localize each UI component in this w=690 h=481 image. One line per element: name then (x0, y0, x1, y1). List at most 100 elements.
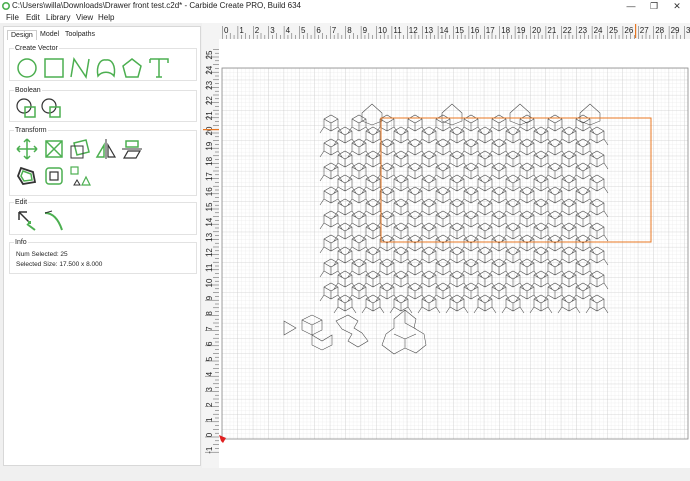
tab-design[interactable]: Design (7, 30, 37, 40)
minimize-button[interactable]: — (620, 0, 642, 12)
menu-bar: File Edit Library View Help (0, 12, 690, 23)
ruler-x-label: 4 (286, 26, 291, 35)
mirror-icon[interactable] (94, 137, 118, 161)
ruler-x-label: 3 (270, 26, 275, 35)
ruler-y-label: 6 (205, 341, 214, 346)
ruler-x-label: 19 (517, 26, 526, 35)
ruler-y-label: 10 (205, 278, 214, 287)
menu-view[interactable]: View (76, 13, 93, 22)
fillet-icon[interactable] (42, 164, 66, 188)
ruler-y-label: -1 (205, 446, 214, 454)
offset-icon[interactable] (15, 164, 39, 188)
title-bar: C:\Users\willa\Downloads\Drawer front te… (0, 0, 690, 12)
ruler-y-label: 9 (205, 295, 214, 300)
ruler-y-label: 24 (205, 65, 214, 74)
ruler-y-label: 23 (205, 80, 214, 89)
text-icon[interactable] (147, 56, 171, 80)
ruler-x-label: 26 (624, 26, 633, 35)
node-edit-icon[interactable] (15, 208, 39, 232)
ruler-y-label: 0 (205, 432, 214, 437)
ruler-x-label: 6 (316, 26, 321, 35)
ruler-y-label: 19 (205, 141, 214, 150)
close-button[interactable]: ✕ (666, 0, 688, 12)
ruler-x-label: 9 (363, 26, 368, 35)
ruler-x-label: 7 (332, 26, 337, 35)
ruler-x-label: 8 (347, 26, 352, 35)
rectangle-icon[interactable] (42, 56, 66, 80)
move-icon[interactable] (15, 137, 39, 161)
union-icon[interactable] (15, 96, 39, 120)
array-icon[interactable] (68, 164, 92, 188)
x-position-marker (635, 24, 637, 38)
menu-edit[interactable]: Edit (26, 13, 40, 22)
ruler-x-label: 28 (655, 26, 664, 35)
tab-model[interactable]: Model (37, 30, 62, 39)
rotate-icon[interactable] (68, 137, 92, 161)
ruler-x-label: 12 (409, 26, 418, 35)
polygon-icon[interactable] (120, 56, 144, 80)
ruler-y-label: 2 (205, 402, 214, 407)
selected-size: Selected Size: 17.500 x 8.000 (16, 261, 103, 268)
ruler-y-label: 18 (205, 156, 214, 165)
boolean-title: Boolean (14, 87, 42, 94)
ruler-x-label: 10 (378, 26, 387, 35)
subtract-icon[interactable] (40, 96, 64, 120)
ruler-x-label: 18 (501, 26, 510, 35)
ruler-x-label: 25 (609, 26, 618, 35)
boolean-group: Boolean (9, 87, 197, 122)
edit-title: Edit (14, 199, 29, 206)
ruler-y-label: 8 (205, 311, 214, 316)
ruler-y-label: 14 (205, 217, 214, 226)
ruler-y-label: 7 (205, 326, 214, 331)
transform-group: Transform (9, 127, 197, 196)
restore-button[interactable]: ❐ (643, 0, 665, 12)
curve-icon[interactable] (94, 56, 118, 80)
menu-file[interactable]: File (6, 13, 19, 22)
align-icon[interactable] (120, 137, 144, 161)
scale-icon[interactable] (42, 137, 66, 161)
create-vector-title: Create Vector (14, 45, 59, 52)
transform-title: Transform (14, 127, 48, 134)
ruler-x-label: 1 (239, 26, 244, 35)
design-panel: Design Model Toolpaths Create Vector Boo… (3, 26, 201, 466)
menu-help[interactable]: Help (98, 13, 114, 22)
edit-group: Edit (9, 199, 197, 235)
ruler-y-label: 25 (205, 50, 214, 59)
info-title: Info (14, 239, 28, 246)
ruler-y-label: 13 (205, 232, 214, 241)
ruler-x-label: 21 (547, 26, 556, 35)
design-canvas[interactable]: 0 1 2 3 4 5 6 7 8 9 10 11 12 13 14 15 16 17 18 19 20 21 22 23 24… (202, 23, 690, 468)
app-icon (2, 2, 10, 10)
ruler-x-label: 15 (455, 26, 464, 35)
create-vector-group: Create Vector (9, 45, 197, 81)
ruler-x-label: 27 (640, 26, 649, 35)
ruler-x-label: 2 (255, 26, 260, 35)
ruler-x-label: 22 (563, 26, 572, 35)
ruler-x-label: 16 (470, 26, 479, 35)
ruler-x-label: 24 (594, 26, 603, 35)
ruler-y-label: 1 (205, 417, 214, 422)
ruler-y-label: 16 (205, 187, 214, 196)
ruler-x-label: 13 (424, 26, 433, 35)
ruler-y-label: 12 (205, 248, 214, 257)
canvas-drawing[interactable]: 0 1 2 3 4 5 6 7 8 9 10 11 12 13 14 15 16 17 18 19 20 21 22 23 24… (202, 23, 690, 468)
ruler-x-label: 11 (393, 26, 402, 35)
ruler-y-label: 11 (205, 263, 214, 272)
polyline-icon[interactable] (68, 56, 92, 80)
ruler-y-label: 15 (205, 202, 214, 211)
info-group: Info Num Selected: 25 Selected Size: 17.… (9, 239, 197, 274)
curve-edit-icon[interactable] (42, 208, 66, 232)
circle-icon[interactable] (15, 56, 39, 80)
menu-library[interactable]: Library (46, 13, 70, 22)
num-selected: Num Selected: 25 (16, 251, 68, 258)
ruler-y-label: 22 (205, 96, 214, 105)
ruler-y-label: 20 (205, 126, 214, 135)
ruler-y-label: 17 (205, 172, 214, 181)
ruler-y-label: 5 (205, 356, 214, 361)
ruler-x-label: 5 (301, 26, 306, 35)
ruler-x-label: 20 (532, 26, 541, 35)
ruler-x-label: 23 (578, 26, 587, 35)
ruler-y-label: 21 (205, 111, 214, 120)
ruler-y-label: 4 (205, 371, 214, 376)
tab-toolpaths[interactable]: Toolpaths (62, 30, 98, 39)
